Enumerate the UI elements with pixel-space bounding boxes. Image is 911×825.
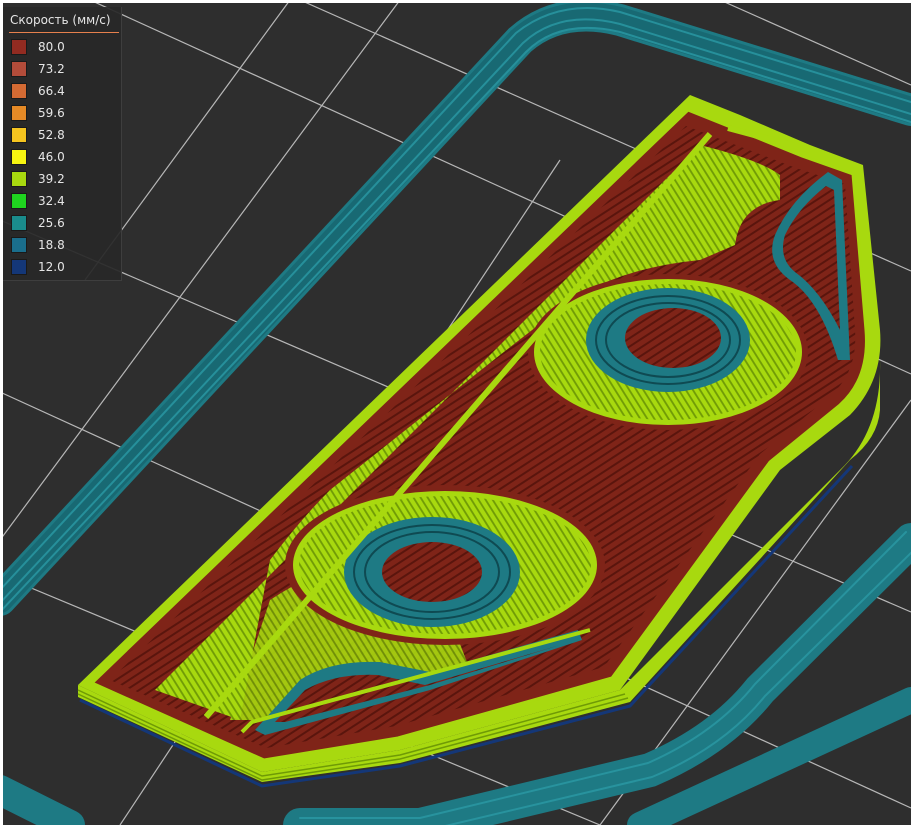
legend-item: 80.0 — [11, 36, 65, 58]
legend-swatch — [11, 193, 27, 209]
legend-swatch — [11, 171, 27, 187]
legend-swatch — [11, 149, 27, 165]
legend-item: 18.8 — [11, 234, 65, 256]
legend-item: 59.6 — [11, 102, 65, 124]
legend-swatch — [11, 127, 27, 143]
legend-value: 18.8 — [38, 238, 65, 252]
legend-swatch — [11, 39, 27, 55]
legend-swatch — [11, 215, 27, 231]
legend-swatch — [11, 259, 27, 275]
legend-item: 25.6 — [11, 212, 65, 234]
legend-swatch — [11, 237, 27, 253]
legend-item: 46.0 — [11, 146, 65, 168]
legend-item: 52.8 — [11, 124, 65, 146]
legend-item: 39.2 — [11, 168, 65, 190]
legend-item: 32.4 — [11, 190, 65, 212]
legend-value: 59.6 — [38, 106, 65, 120]
legend-value: 80.0 — [38, 40, 65, 54]
legend-value: 52.8 — [38, 128, 65, 142]
legend-title: Скорость (мм/с) — [10, 13, 111, 27]
legend-value: 46.0 — [38, 150, 65, 164]
scene-3d[interactable] — [0, 0, 911, 825]
legend-title-underline — [9, 32, 119, 33]
gcode-preview-viewport[interactable]: Скорость (мм/с) 80.0 73.2 66.4 59.6 52.8 — [0, 0, 911, 825]
legend-value: 66.4 — [38, 84, 65, 98]
legend-item: 12.0 — [11, 256, 65, 278]
legend-value: 39.2 — [38, 172, 65, 186]
legend-value: 73.2 — [38, 62, 65, 76]
legend-item: 66.4 — [11, 80, 65, 102]
legend-swatch — [11, 83, 27, 99]
legend-value: 32.4 — [38, 194, 65, 208]
legend-swatch — [11, 105, 27, 121]
speed-legend: Скорость (мм/с) 80.0 73.2 66.4 59.6 52.8 — [3, 7, 122, 281]
legend-value: 12.0 — [38, 260, 65, 274]
legend-item: 73.2 — [11, 58, 65, 80]
legend-value: 25.6 — [38, 216, 65, 230]
legend-items: 80.0 73.2 66.4 59.6 52.8 46.0 39.2 32.4 … — [11, 36, 65, 278]
legend-swatch — [11, 61, 27, 77]
